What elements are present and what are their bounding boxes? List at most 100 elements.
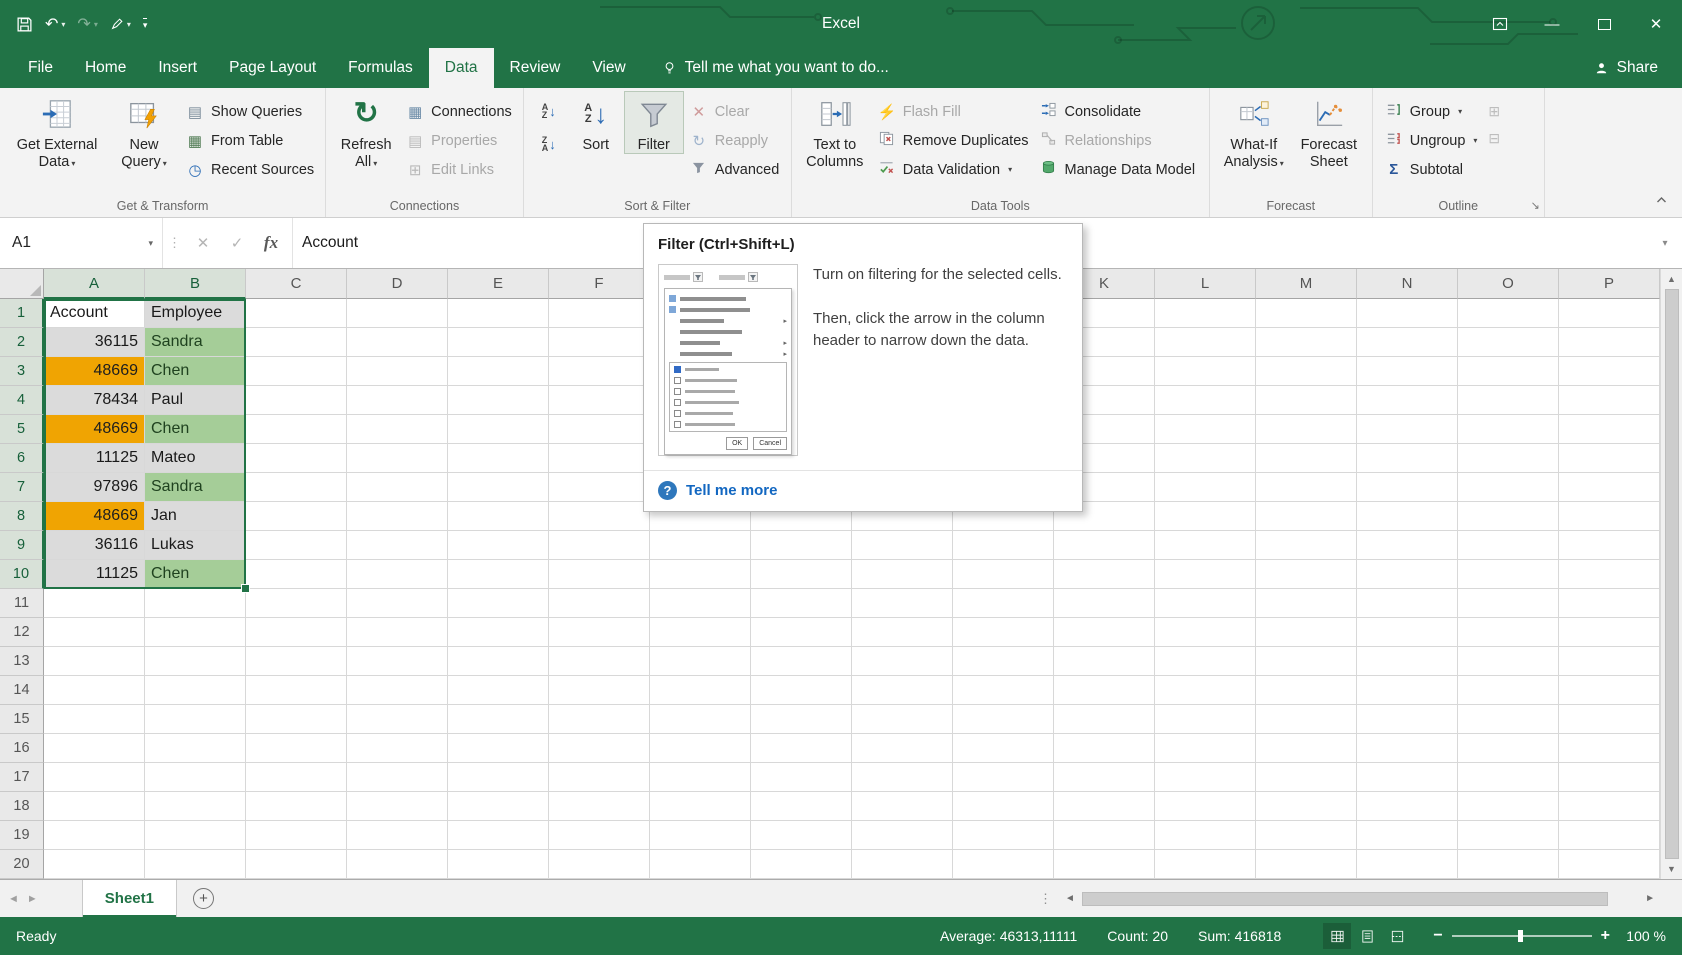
connections-button[interactable]: ▦Connections — [400, 99, 517, 124]
row-header-7[interactable]: 7 — [0, 473, 44, 502]
column-header-P[interactable]: P — [1559, 269, 1660, 299]
cell-A5[interactable]: 48669 — [44, 415, 144, 443]
scroll-up-icon[interactable]: ▲ — [1667, 273, 1676, 285]
cell-A4[interactable]: 78434 — [44, 386, 144, 414]
minimize-button[interactable]: — — [1526, 0, 1578, 48]
cell-A2[interactable]: 36115 — [44, 328, 144, 356]
tell-me-box[interactable]: Tell me what you want to do... — [662, 48, 889, 88]
cell-A9[interactable]: 36116 — [44, 531, 144, 559]
tab-insert[interactable]: Insert — [142, 48, 213, 88]
show-queries-button[interactable]: ▤Show Queries — [180, 99, 319, 124]
row-header-16[interactable]: 16 — [0, 734, 44, 763]
status-average[interactable]: Average: 46313,11111 — [940, 928, 1077, 944]
cell-B9[interactable]: Lukas — [145, 531, 245, 559]
hide-detail-button[interactable]: ⊟ — [1488, 130, 1500, 147]
cell-A8[interactable]: 48669 — [44, 502, 144, 530]
save-button[interactable] — [10, 8, 39, 40]
column-header-L[interactable]: L — [1155, 269, 1256, 299]
relationships-button[interactable]: Relationships — [1034, 128, 1201, 153]
cell-A3[interactable]: 48669 — [44, 357, 144, 385]
cell-B10[interactable]: Chen — [145, 560, 245, 588]
zoom-in-button[interactable]: + — [1601, 927, 1610, 945]
group-button[interactable]: Group▾ — [1379, 99, 1483, 124]
share-button[interactable]: Share — [1570, 48, 1682, 88]
recent-sources-button[interactable]: ◷Recent Sources — [180, 157, 319, 182]
row-header-19[interactable]: 19 — [0, 821, 44, 850]
row-header-6[interactable]: 6 — [0, 444, 44, 473]
cancel-button[interactable]: ✕ — [186, 218, 220, 268]
tab-home[interactable]: Home — [69, 48, 142, 88]
forecast-sheet-button[interactable]: Forecast Sheet — [1292, 91, 1366, 171]
cell-A6[interactable]: 11125 — [44, 444, 144, 472]
expand-formula-bar-button[interactable]: ▾ — [1648, 218, 1682, 268]
new-sheet-button[interactable]: + — [193, 888, 214, 909]
new-query-button[interactable]: New Query▾ — [108, 91, 180, 171]
show-detail-button[interactable]: ⊞ — [1488, 103, 1500, 120]
undo-button[interactable]: ↶▾ — [39, 8, 71, 40]
column-header-M[interactable]: M — [1256, 269, 1357, 299]
row-header-3[interactable]: 3 — [0, 357, 44, 386]
manage-data-model-button[interactable]: Manage Data Model — [1034, 157, 1201, 182]
row-header-20[interactable]: 20 — [0, 850, 44, 879]
cell-B8[interactable]: Jan — [145, 502, 245, 530]
zoom-out-button[interactable]: − — [1433, 927, 1442, 945]
cell-B2[interactable]: Sandra — [145, 328, 245, 356]
row-header-8[interactable]: 8 — [0, 502, 44, 531]
sheet-tab-sheet1[interactable]: Sheet1 — [82, 880, 177, 917]
filter-button[interactable]: Filter — [624, 91, 684, 154]
get-external-data-button[interactable]: Get External Data▾ — [6, 91, 108, 171]
cell-B6[interactable]: Mateo — [145, 444, 245, 472]
row-header-13[interactable]: 13 — [0, 647, 44, 676]
tab-scrollbar-splitter[interactable]: ⋮ — [1031, 880, 1060, 917]
close-button[interactable]: ✕ — [1630, 0, 1682, 48]
pen-mode-button[interactable]: ▾ — [104, 8, 137, 40]
column-header-D[interactable]: D — [347, 269, 448, 299]
formula-bar-splitter[interactable]: ⋮ — [163, 218, 186, 268]
clear-filter-button[interactable]: ✕Clear — [684, 99, 785, 124]
row-header-12[interactable]: 12 — [0, 618, 44, 647]
properties-button[interactable]: ▤Properties — [400, 128, 517, 153]
status-sum[interactable]: Sum: 416818 — [1198, 928, 1281, 944]
select-all-corner[interactable] — [0, 269, 44, 299]
outline-dialog-launcher[interactable]: ↘ — [1531, 197, 1540, 215]
column-header-O[interactable]: O — [1458, 269, 1559, 299]
tab-data[interactable]: Data — [429, 48, 494, 88]
scroll-down-icon[interactable]: ▼ — [1667, 863, 1676, 875]
zoom-level[interactable]: 100 % — [1620, 928, 1666, 944]
column-header-E[interactable]: E — [448, 269, 549, 299]
sheet-nav-left-icon[interactable]: ◄ — [0, 880, 27, 917]
page-break-preview-button[interactable] — [1383, 923, 1411, 949]
row-header-14[interactable]: 14 — [0, 676, 44, 705]
row-header-4[interactable]: 4 — [0, 386, 44, 415]
cell-A10[interactable]: 11125 — [44, 560, 144, 588]
tab-view[interactable]: View — [576, 48, 641, 88]
vertical-scrollbar[interactable]: ▲ ▼ — [1660, 269, 1682, 879]
row-header-1[interactable]: 1 — [0, 299, 44, 328]
edit-links-button[interactable]: ⊞Edit Links — [400, 157, 517, 182]
row-header-2[interactable]: 2 — [0, 328, 44, 357]
refresh-all-button[interactable]: ↻ Refresh All▾ — [332, 91, 400, 171]
ribbon-display-options-button[interactable] — [1474, 0, 1526, 48]
cell-A7[interactable]: 97896 — [44, 473, 144, 501]
what-if-analysis-button[interactable]: What-If Analysis▾ — [1216, 91, 1292, 171]
subtotal-button[interactable]: ΣSubtotal — [1379, 157, 1483, 182]
cell-B3[interactable]: Chen — [145, 357, 245, 385]
row-header-5[interactable]: 5 — [0, 415, 44, 444]
maximize-button[interactable] — [1578, 0, 1630, 48]
zoom-slider[interactable] — [1452, 927, 1592, 945]
row-header-15[interactable]: 15 — [0, 705, 44, 734]
advanced-filter-button[interactable]: Advanced — [684, 157, 785, 182]
tab-review[interactable]: Review — [494, 48, 577, 88]
name-box[interactable]: A1▾ — [0, 218, 163, 268]
insert-function-button[interactable]: fx — [254, 218, 288, 268]
from-table-button[interactable]: ▦From Table — [180, 128, 319, 153]
text-to-columns-button[interactable]: Text to Columns — [798, 91, 872, 171]
normal-view-button[interactable] — [1323, 923, 1351, 949]
row-header-9[interactable]: 9 — [0, 531, 44, 560]
redo-button[interactable]: ↷▾ — [71, 8, 103, 40]
page-layout-view-button[interactable] — [1353, 923, 1381, 949]
remove-duplicates-button[interactable]: Remove Duplicates — [872, 128, 1034, 153]
flash-fill-button[interactable]: ⚡Flash Fill — [872, 99, 1034, 124]
enter-button[interactable]: ✓ — [220, 218, 254, 268]
status-count[interactable]: Count: 20 — [1107, 928, 1168, 944]
